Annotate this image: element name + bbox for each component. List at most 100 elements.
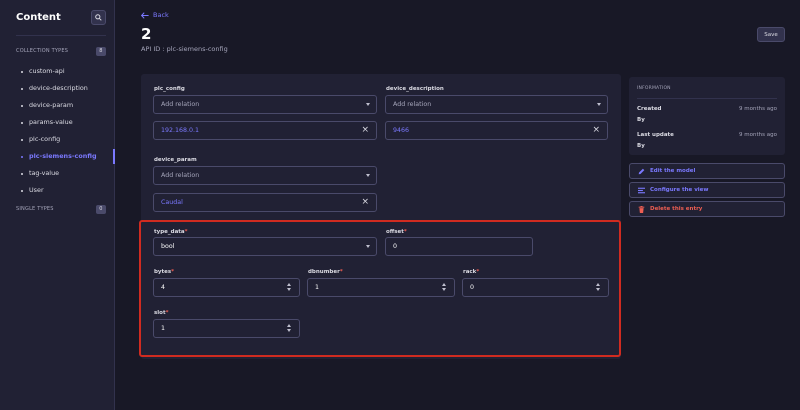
created-value: 9 months ago bbox=[739, 106, 777, 112]
sidebar-item-device-param[interactable]: device-param bbox=[16, 97, 115, 114]
content-sidebar: Content COLLECTION TYPES 8 custom-api de… bbox=[0, 0, 115, 410]
configure-view-label: Configure the view bbox=[650, 187, 709, 193]
page-title: 2 bbox=[141, 25, 152, 43]
edit-form-panel: plc_config Add relation 192.168.0.1 × de… bbox=[141, 74, 621, 359]
stepper-icon[interactable] bbox=[596, 283, 602, 293]
plc-config-label: plc_config bbox=[154, 86, 185, 92]
sidebar-title: Content bbox=[16, 12, 61, 23]
sidebar-item-label: custom-api bbox=[29, 67, 65, 75]
dbnumber-label: dbnumber* bbox=[308, 269, 343, 275]
required-marker: * bbox=[184, 229, 188, 235]
rack-number-input[interactable]: 0 bbox=[462, 278, 609, 297]
api-id: API ID : plc-siemens-config bbox=[141, 45, 228, 53]
device-param-relation-item[interactable]: Caudal × bbox=[153, 193, 377, 212]
offset-value: 0 bbox=[393, 243, 398, 250]
required-marker: * bbox=[165, 310, 169, 316]
remove-relation-icon[interactable]: × bbox=[361, 194, 369, 211]
configure-view-button[interactable]: Configure the view bbox=[629, 182, 785, 198]
delete-entry-button[interactable]: Delete this entry bbox=[629, 201, 785, 217]
slot-number-input[interactable]: 1 bbox=[153, 319, 300, 338]
trash-icon bbox=[638, 205, 645, 213]
back-label: Back bbox=[153, 11, 169, 19]
rack-value: 0 bbox=[470, 284, 475, 291]
bytes-number-input[interactable]: 4 bbox=[153, 278, 300, 297]
device-param-placeholder: Add relation bbox=[161, 172, 200, 179]
plc-config-relation-item[interactable]: 192.168.0.1 × bbox=[153, 121, 377, 140]
dbnumber-value: 1 bbox=[315, 284, 320, 291]
bytes-label: bytes* bbox=[154, 269, 174, 275]
bullet-icon bbox=[21, 138, 23, 141]
stepper-icon[interactable] bbox=[287, 324, 293, 334]
stepper-icon[interactable] bbox=[442, 283, 448, 293]
single-types-section[interactable]: SINGLE TYPES 0 bbox=[16, 205, 106, 216]
sidebar-header: Content bbox=[16, 10, 106, 30]
dbnumber-number-input[interactable]: 1 bbox=[307, 278, 455, 297]
caret-down-icon bbox=[366, 245, 370, 248]
last-update-label: Last update bbox=[637, 132, 674, 138]
required-marker: * bbox=[171, 269, 175, 275]
rack-label: rack* bbox=[463, 269, 479, 275]
sidebar-item-plc-config[interactable]: plc-config bbox=[16, 131, 115, 148]
offset-label-text: offset bbox=[386, 229, 404, 235]
save-button[interactable]: Save bbox=[757, 27, 785, 42]
type-data-value: bool bbox=[161, 243, 175, 250]
dbnumber-label-text: dbnumber bbox=[308, 269, 340, 275]
search-button[interactable] bbox=[91, 10, 106, 25]
sidebar-item-plc-siemens-config[interactable]: plc-siemens-config bbox=[16, 148, 115, 165]
sidebar-item-device-description[interactable]: device-description bbox=[16, 80, 115, 97]
bullet-icon bbox=[21, 172, 23, 175]
sidebar-item-params-value[interactable]: params-value bbox=[16, 114, 115, 131]
edit-model-button[interactable]: Edit the model bbox=[629, 163, 785, 179]
type-data-select[interactable]: bool bbox=[153, 237, 377, 256]
device-param-relation-select[interactable]: Add relation bbox=[153, 166, 377, 185]
type-data-label-text: type_data bbox=[154, 229, 185, 235]
sidebar-item-label: device-description bbox=[29, 84, 88, 92]
single-types-label: SINGLE TYPES bbox=[16, 206, 54, 212]
updated-by-label: By bbox=[637, 143, 645, 149]
created-by-label: By bbox=[637, 117, 645, 123]
stepper-icon[interactable] bbox=[287, 283, 293, 293]
sidebar-item-label: User bbox=[29, 186, 44, 194]
slot-label-text: slot bbox=[154, 310, 166, 316]
sidebar-item-user[interactable]: User bbox=[16, 182, 115, 199]
information-divider bbox=[637, 98, 777, 99]
collection-types-count: 8 bbox=[96, 47, 106, 56]
device-param-relation-link[interactable]: Caudal bbox=[161, 199, 183, 206]
collection-types-section[interactable]: COLLECTION TYPES 8 bbox=[16, 47, 106, 58]
remove-relation-icon[interactable]: × bbox=[592, 122, 600, 139]
device-description-relation-item[interactable]: 9466 × bbox=[385, 121, 608, 140]
required-marker: * bbox=[339, 269, 343, 275]
sidebar-item-tag-value[interactable]: tag-value bbox=[16, 165, 115, 182]
offset-input[interactable]: 0 bbox=[385, 237, 533, 256]
sidebar-item-label: device-param bbox=[29, 101, 74, 109]
device-description-relation-select[interactable]: Add relation bbox=[385, 95, 608, 114]
information-card: INFORMATION Created 9 months ago By Last… bbox=[629, 77, 785, 155]
plc-config-relation-select[interactable]: Add relation bbox=[153, 95, 377, 114]
sidebar-item-custom-api[interactable]: custom-api bbox=[16, 63, 115, 80]
sidebar-item-label: plc-siemens-config bbox=[29, 152, 97, 160]
device-description-placeholder: Add relation bbox=[393, 101, 432, 108]
bullet-icon bbox=[21, 121, 23, 124]
created-label: Created bbox=[637, 106, 662, 112]
bullet-icon bbox=[21, 87, 23, 90]
plc-config-placeholder: Add relation bbox=[161, 101, 200, 108]
single-types-count: 0 bbox=[96, 205, 106, 214]
search-icon bbox=[95, 14, 102, 21]
remove-relation-icon[interactable]: × bbox=[361, 122, 369, 139]
slot-label: slot* bbox=[154, 310, 168, 316]
information-title: INFORMATION bbox=[637, 86, 671, 91]
slot-value: 1 bbox=[161, 325, 166, 332]
device-description-relation-link[interactable]: 9466 bbox=[393, 127, 409, 134]
device-param-label: device_param bbox=[154, 157, 197, 163]
pencil-icon bbox=[638, 168, 645, 174]
bullet-icon bbox=[21, 155, 23, 158]
caret-down-icon bbox=[597, 103, 601, 106]
edit-model-label: Edit the model bbox=[650, 168, 696, 174]
plc-config-relation-link[interactable]: 192.168.0.1 bbox=[161, 127, 199, 134]
arrow-left-icon bbox=[141, 11, 149, 19]
bullet-icon bbox=[21, 104, 23, 107]
collection-types-label: COLLECTION TYPES bbox=[16, 48, 69, 54]
back-link[interactable]: Back bbox=[141, 11, 169, 19]
bullet-icon bbox=[21, 70, 23, 73]
caret-down-icon bbox=[366, 174, 370, 177]
